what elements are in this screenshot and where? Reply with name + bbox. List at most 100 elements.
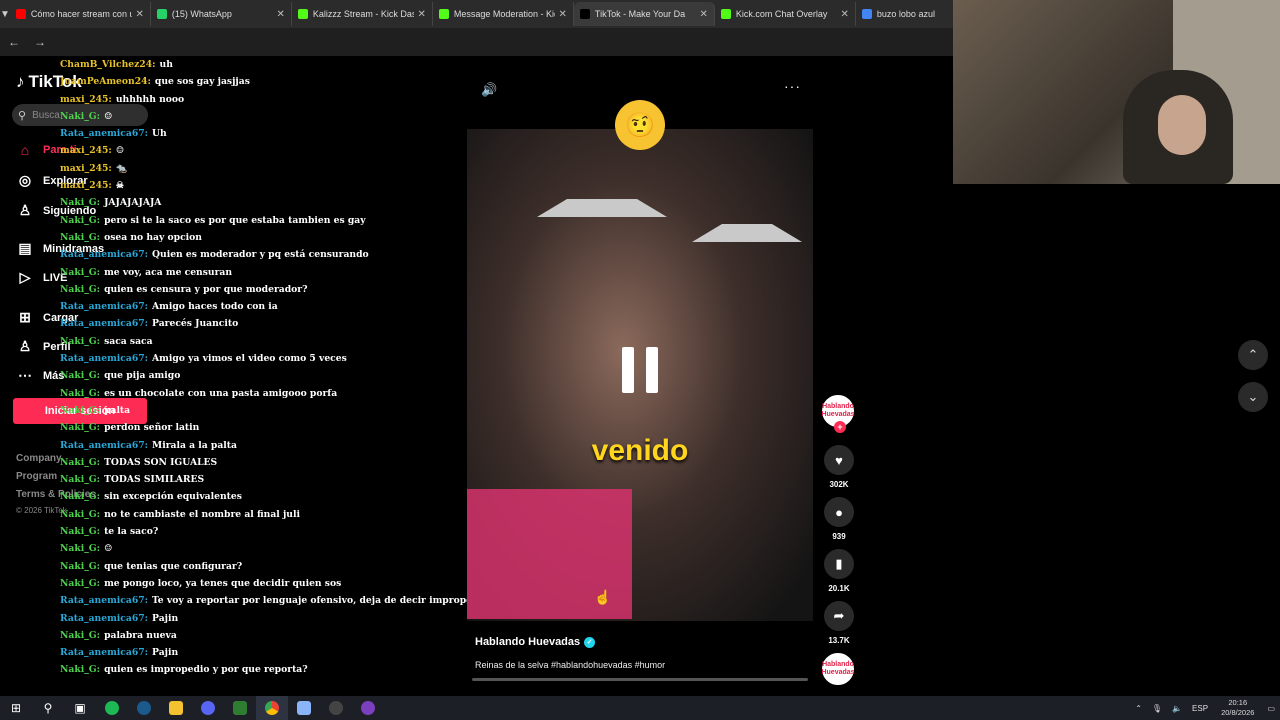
chrome-icon[interactable] xyxy=(256,696,288,720)
chat-username: Rata_anemica67 xyxy=(60,301,145,313)
chat-username: Naki_G xyxy=(60,629,97,641)
chat-message: maxi_245: ☺ xyxy=(60,142,470,159)
spotify-icon[interactable] xyxy=(96,696,128,720)
chat-colon: : xyxy=(96,543,101,555)
tab-close-icon[interactable]: ✕ xyxy=(418,9,426,20)
chat-text: palabra nueva xyxy=(104,629,177,641)
chat-username: Naki_G xyxy=(60,456,97,468)
film-icon: ▤ xyxy=(18,240,32,256)
chat-text: que tenias que configurar? xyxy=(104,560,243,572)
live-icon: ▷ xyxy=(19,269,31,285)
tab-close-icon[interactable]: ✕ xyxy=(277,9,285,20)
browser-tab[interactable]: Kick.com Chat Overlay ✕ xyxy=(715,2,856,26)
start-icon[interactable]: ⊞ xyxy=(0,696,32,720)
chat-text: quien es impropedio y por que reporta? xyxy=(104,664,308,676)
chat-message: Naki_G: ☺ xyxy=(60,540,470,557)
tab-close-icon[interactable]: ✕ xyxy=(559,9,567,20)
chat-text: no te cambiaste el nombre al final juli xyxy=(104,508,300,520)
next-video-button[interactable]: ⌄ xyxy=(1238,382,1268,412)
like-action[interactable]: ♥ 302K xyxy=(822,445,856,489)
chat-message: Naki_G: sin excepción equivalentes xyxy=(60,488,470,505)
search-taskbar-icon[interactable]: ⚲ xyxy=(32,696,64,720)
steam-icon[interactable] xyxy=(128,696,160,720)
save-action[interactable]: ▮ 20.1K xyxy=(822,549,856,593)
chat-username: ChamB_Vilchez24 xyxy=(60,59,153,70)
chat-text: sin excepción equivalentes xyxy=(104,491,242,503)
speaker-icon[interactable]: 🔈 xyxy=(1172,704,1182,713)
notepad-icon[interactable] xyxy=(288,696,320,720)
chat-text: Amigo ya vimos el video como 5 veces xyxy=(152,353,347,365)
chat-message: Rata_anemica67: Amigo haces todo con ia xyxy=(60,298,470,315)
comment-action[interactable]: ● 939 xyxy=(822,497,856,541)
chat-text: Pajin xyxy=(152,647,179,659)
notification-icon[interactable]: ▭ xyxy=(1267,704,1275,713)
forward-button[interactable]: → xyxy=(34,35,46,49)
chat-colon: : xyxy=(144,439,149,451)
video-player[interactable]: 🤨 🔊 ··· venido Hablando Huevadas ✓ Reinas… xyxy=(467,68,813,684)
nav-item[interactable]: ⋯ Más xyxy=(16,367,64,384)
tab-strip: Cómo hacer stream con u ✕ (15) WhatsApp ✕ Ka… xyxy=(10,2,997,26)
sound-avatar[interactable]: Hablando Huevadas xyxy=(821,653,855,685)
comment-icon[interactable]: ● xyxy=(824,497,854,527)
task-view-icon[interactable]: ▣ xyxy=(64,696,96,720)
streaming-app-icon[interactable] xyxy=(352,696,384,720)
author-avatar[interactable]: Hablando Huevadas + xyxy=(821,395,855,433)
chat-username: Naki_G xyxy=(60,508,97,520)
chat-text: uh xyxy=(159,59,173,70)
terminal-icon[interactable] xyxy=(224,696,256,720)
tray-chevron-icon[interactable]: ⌃ xyxy=(1135,704,1142,713)
tab-close-icon[interactable]: ✕ xyxy=(841,9,849,20)
chat-text: Amigo haces todo con ia xyxy=(152,301,278,313)
chat-message: Rata_anemica67: Mirala a la palta xyxy=(60,437,470,454)
video-progress-bar[interactable] xyxy=(472,678,808,681)
chat-username: Rata_anemica67 xyxy=(60,647,145,659)
chat-colon: : xyxy=(96,474,101,486)
language-indicator[interactable]: ESP xyxy=(1192,704,1208,713)
browser-tab[interactable]: Message Moderation - Kic ✕ xyxy=(433,2,574,26)
share-action[interactable]: ➦ 13.7K xyxy=(822,601,856,645)
chat-text: ☺ xyxy=(104,543,113,555)
chat-username: Naki_G xyxy=(60,543,97,555)
chat-username: Rata_anemica67 xyxy=(60,439,145,451)
chat-text: quien es censura y por que moderador? xyxy=(104,283,308,295)
chat-text: Parecés Juancito xyxy=(152,318,239,330)
footer-program-link[interactable]: Program xyxy=(16,471,57,482)
video-author[interactable]: Hablando Huevadas ✓ xyxy=(475,636,596,648)
browser-tab[interactable]: (15) WhatsApp ✕ xyxy=(151,2,292,26)
follow-plus-icon[interactable]: + xyxy=(834,421,846,433)
tab-search-button[interactable]: ▼ xyxy=(0,0,10,28)
pause-icon[interactable] xyxy=(592,338,688,402)
bookmark-icon[interactable]: ▮ xyxy=(824,549,854,579)
obs-icon[interactable] xyxy=(320,696,352,720)
chat-text: Te voy a reportar por lenguaje ofensivo,… xyxy=(152,595,470,607)
more-options-icon[interactable]: ··· xyxy=(784,78,801,94)
chat-username: Naki_G xyxy=(60,231,97,243)
chat-colon: : xyxy=(108,93,112,105)
share-icon[interactable]: ➦ xyxy=(824,601,854,631)
chat-message: JuamPeAmeon24: que sos gay jasjjas xyxy=(60,73,470,90)
chat-message: Naki_G: osea no hay opcion xyxy=(60,229,470,246)
tab-close-icon[interactable]: ✕ xyxy=(136,9,144,20)
chat-message: Naki_G: quien es impropedio y por que rep… xyxy=(60,661,470,676)
back-button[interactable]: ← xyxy=(8,35,20,49)
browser-tab[interactable]: Kalizzz Stream - Kick Dash ✕ xyxy=(292,2,433,26)
microphone-icon[interactable]: 🎙 xyxy=(1152,704,1162,713)
file-explorer-icon[interactable] xyxy=(160,696,192,720)
previous-video-button[interactable]: ⌃ xyxy=(1238,340,1268,370)
emoji-sticker: 🤨 xyxy=(615,100,665,150)
footer-company-link[interactable]: Company xyxy=(16,453,62,464)
browser-tab[interactable]: Cómo hacer stream con u ✕ xyxy=(10,2,151,26)
heart-icon[interactable]: ♥ xyxy=(824,445,854,475)
clock[interactable]: 20:16 20/8/2026 xyxy=(1221,698,1254,718)
chat-text: me voy, aca me censuran xyxy=(104,266,233,278)
chat-username: JuamPeAmeon24 xyxy=(60,76,148,88)
chat-colon: : xyxy=(96,110,101,122)
comment-count: 939 xyxy=(832,532,846,541)
chat-overlay: ChamB_Vilchez24: uh JuamPeAmeon24: que sos … xyxy=(60,56,470,676)
chat-text: osea no hay opcion xyxy=(104,231,202,243)
chat-username: Naki_G xyxy=(60,335,97,347)
volume-icon[interactable]: 🔊 xyxy=(481,82,497,98)
browser-tab[interactable]: TikTok - Make Your Da ✕ xyxy=(573,2,715,26)
tab-close-icon[interactable]: ✕ xyxy=(700,9,708,20)
discord-icon[interactable] xyxy=(192,696,224,720)
